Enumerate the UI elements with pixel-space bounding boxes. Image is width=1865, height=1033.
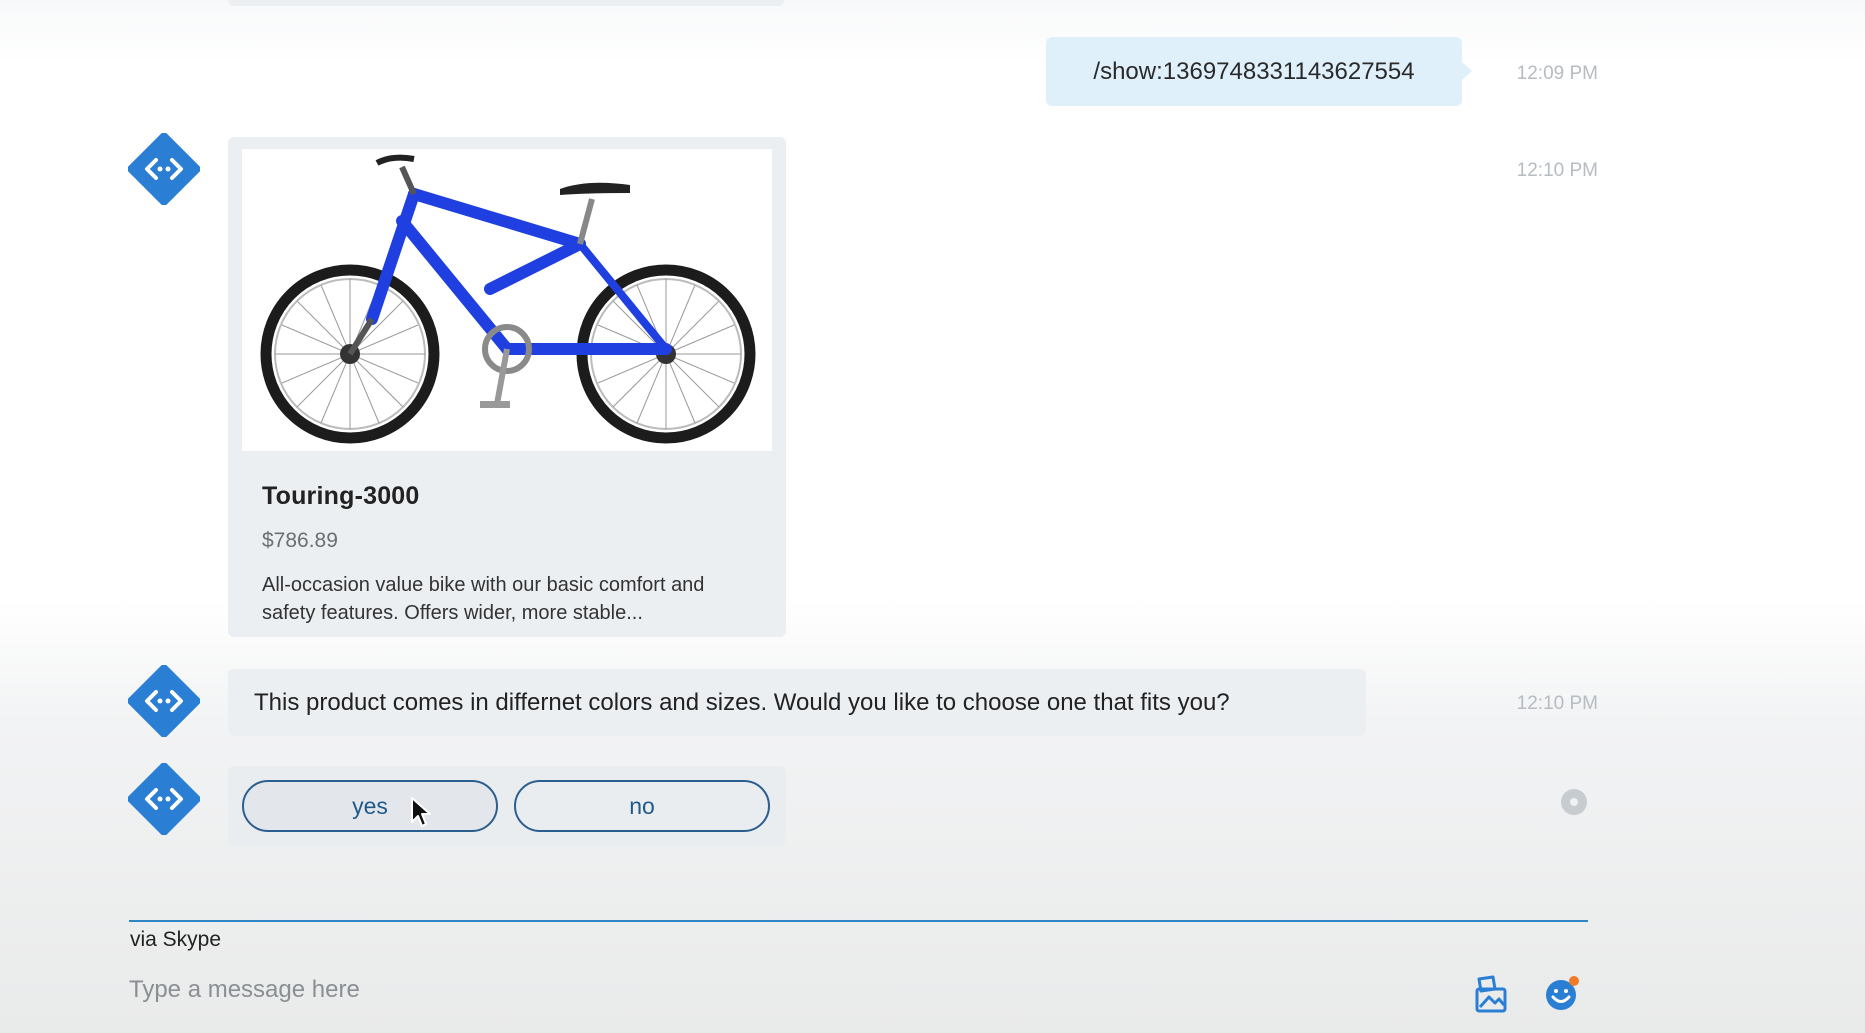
bot-avatar	[128, 133, 200, 205]
product-price: $786.89	[262, 529, 338, 552]
no-button[interactable]: no	[514, 780, 770, 832]
message-status-icon	[1561, 789, 1587, 815]
outgoing-message-bubble: /show:1369748331143627554	[1046, 37, 1462, 106]
bot-diamond-icon	[128, 763, 200, 835]
outgoing-bubble-tail	[1462, 62, 1472, 80]
yes-button[interactable]: yes	[242, 780, 498, 832]
previous-message-edge	[228, 0, 784, 6]
bot-avatar	[128, 665, 200, 737]
product-description: All-occasion value bike with our basic c…	[262, 574, 705, 624]
card-message-time: 12:10 PM	[1516, 160, 1598, 181]
product-title: Touring-3000	[262, 482, 420, 510]
outgoing-message-time: 12:09 PM	[1516, 63, 1598, 84]
bot-diamond-icon	[128, 665, 200, 737]
bicycle-illustration	[260, 154, 756, 444]
mouse-pointer-icon	[410, 796, 432, 833]
suggested-actions: yes no	[228, 766, 786, 846]
bicycle-image[interactable]	[242, 149, 772, 451]
incoming-message-time: 12:10 PM	[1516, 693, 1598, 714]
emoji-icon[interactable]	[1542, 974, 1582, 1014]
product-card[interactable]: Touring-3000 $786.89 All-occasion value …	[228, 137, 786, 637]
incoming-message-bubble: This product comes in differnet colors a…	[228, 669, 1366, 736]
channel-label: via Skype	[130, 928, 222, 951]
incoming-message-text: This product comes in differnet colors a…	[254, 688, 1230, 716]
bot-diamond-icon	[128, 133, 200, 205]
bot-avatar	[128, 763, 200, 835]
image-attach-icon[interactable]	[1471, 974, 1511, 1014]
outgoing-message-text: /show:1369748331143627554	[1093, 57, 1415, 85]
message-input[interactable]	[129, 970, 1429, 1010]
compose-divider	[129, 920, 1588, 922]
